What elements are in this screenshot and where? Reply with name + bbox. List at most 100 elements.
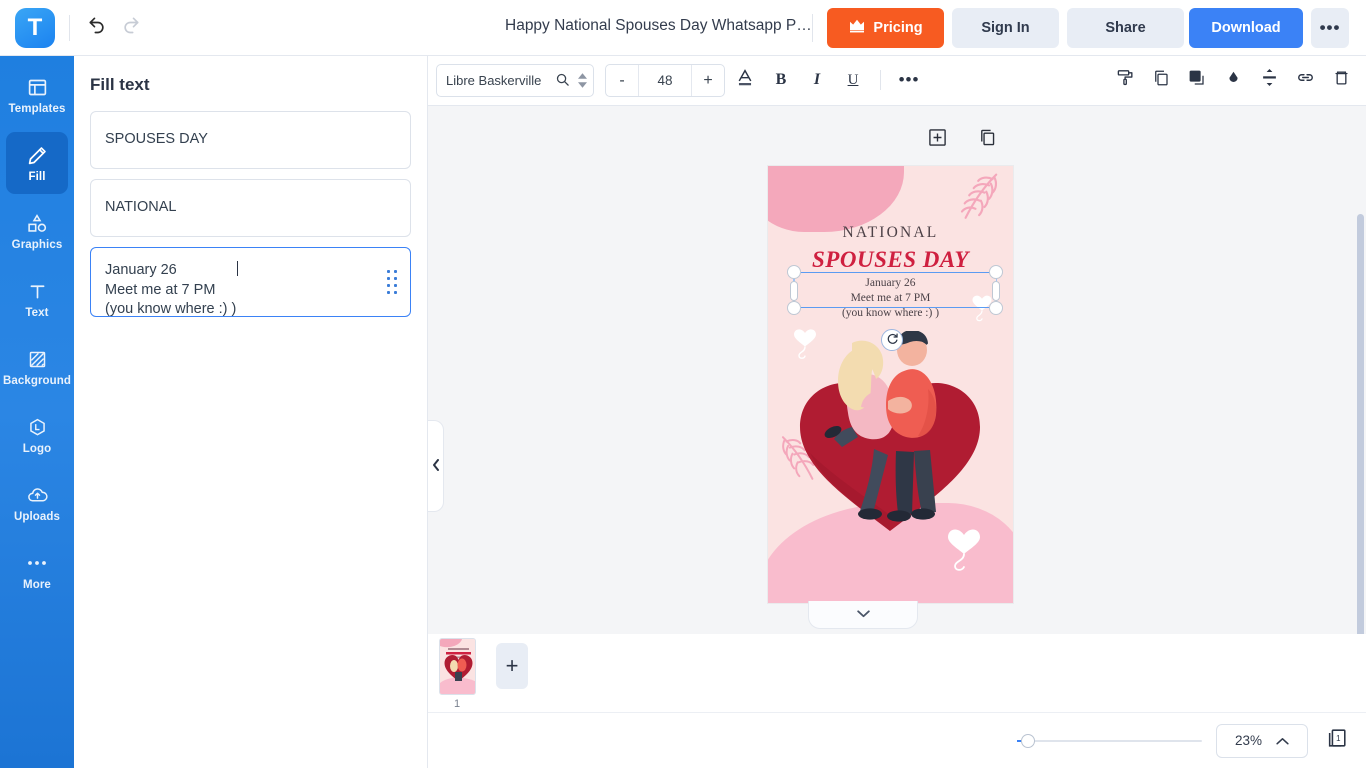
paint-roller-button[interactable] <box>1110 65 1140 95</box>
text-more-button[interactable]: ••• <box>894 65 924 95</box>
sidebar-item-logo[interactable]: Logo <box>6 404 68 466</box>
page-thumbnail-preview <box>438 638 476 695</box>
link-icon <box>1296 69 1315 91</box>
link-button[interactable] <box>1290 65 1320 95</box>
add-element-icon <box>928 128 947 152</box>
page-thumbnail-1[interactable]: 1 <box>437 638 477 710</box>
delete-button[interactable] <box>1326 65 1356 95</box>
sidebar-label-logo: Logo <box>22 443 52 455</box>
undo-icon <box>87 15 107 40</box>
sidebar-item-text[interactable]: Text <box>6 268 68 330</box>
couple-illustration <box>800 331 980 531</box>
resize-handle-bl[interactable] <box>787 301 801 315</box>
pricing-label: Pricing <box>873 20 923 36</box>
sidebar-item-more[interactable]: More <box>6 540 68 602</box>
crown-icon <box>848 19 866 37</box>
text-caret <box>237 261 239 276</box>
sidebar-item-fill[interactable]: Fill <box>6 132 68 194</box>
sidebar-item-templates[interactable]: Templates <box>6 64 68 126</box>
templates-icon <box>27 75 48 99</box>
font-family-value: Libre Baskerville <box>446 73 542 88</box>
design-heading-spouses-day[interactable]: SPOUSES DAY <box>768 247 1013 273</box>
rotate-handle[interactable] <box>881 329 903 351</box>
fill-field-national[interactable]: NATIONAL <box>90 179 411 237</box>
trash-icon <box>1333 69 1350 92</box>
align-icon <box>1261 68 1278 92</box>
add-element-button[interactable] <box>925 128 949 152</box>
text-color-button[interactable] <box>730 65 760 95</box>
resize-handle-tr[interactable] <box>989 265 1003 279</box>
resize-handle-br[interactable] <box>989 301 1003 315</box>
canvas-area[interactable]: NATIONAL SPOUSES DAY January 26 Meet me … <box>428 106 1366 714</box>
font-size-increase-button[interactable]: + <box>692 65 724 96</box>
zoom-slider[interactable] <box>1017 733 1202 748</box>
sidebar-label-background: Background <box>2 375 72 387</box>
resize-handle-tl[interactable] <box>787 265 801 279</box>
align-button[interactable] <box>1254 65 1284 95</box>
zoom-slider-track <box>1017 739 1202 742</box>
shapes-icon <box>26 211 48 235</box>
undo-button[interactable] <box>80 11 114 45</box>
panel-collapse-button[interactable] <box>428 420 444 512</box>
italic-button[interactable]: I <box>802 65 832 95</box>
zoom-level-selector[interactable]: 23% <box>1216 723 1308 758</box>
font-size-input[interactable]: 48 <box>638 65 692 96</box>
sidebar-label-fill: Fill <box>28 171 46 183</box>
fill-field-details[interactable]: January 26 Meet me at 7 PM (you know whe… <box>90 247 411 317</box>
sidebar-label-templates: Templates <box>8 103 66 115</box>
editor-app: T Happy National Spouses Day Whatsapp P… <box>0 0 1366 768</box>
canvas-collapse-button[interactable] <box>808 601 918 629</box>
resize-handle-left[interactable] <box>790 281 798 301</box>
upload-cloud-icon <box>26 483 49 507</box>
search-icon[interactable] <box>555 72 570 90</box>
text-color-icon <box>736 68 754 92</box>
page-strip: 1 + <box>428 634 1366 712</box>
layers-button[interactable] <box>1182 65 1212 95</box>
bold-button[interactable]: B <box>766 65 796 95</box>
opacity-button[interactable] <box>1218 65 1248 95</box>
duplicate-button[interactable] <box>1146 65 1176 95</box>
duplicate-page-button[interactable] <box>975 128 999 152</box>
title-divider <box>812 14 813 42</box>
duplicate-page-icon <box>978 128 997 152</box>
top-more-button[interactable]: ••• <box>1311 8 1349 48</box>
toolbar-separator <box>880 70 881 90</box>
document-title[interactable]: Happy National Spouses Day Whatsapp P… <box>505 17 812 35</box>
sidebar-item-background[interactable]: Background <box>2 336 72 398</box>
duplicate-icon <box>1152 69 1170 92</box>
pages-icon: 1 <box>1326 727 1348 754</box>
drag-handle-icon[interactable] <box>387 270 397 294</box>
layers-icon <box>1188 69 1206 92</box>
sidebar-item-uploads[interactable]: Uploads <box>6 472 68 534</box>
design-page[interactable]: NATIONAL SPOUSES DAY January 26 Meet me … <box>768 166 1013 603</box>
fill-field-value: NATIONAL <box>105 199 177 216</box>
sidebar-item-graphics[interactable]: Graphics <box>6 200 68 262</box>
sidebar-label-text: Text <box>25 307 49 319</box>
add-page-button[interactable]: + <box>496 643 528 689</box>
font-family-select[interactable]: Libre Baskerville <box>436 64 594 97</box>
ellipsis-icon <box>26 551 48 575</box>
download-button[interactable]: Download <box>1189 8 1303 48</box>
page-number: 1 <box>453 698 461 710</box>
spinner-arrows-icon[interactable] <box>578 73 587 88</box>
zoom-level-value: 23% <box>1234 733 1263 748</box>
panel-title: Fill text <box>90 75 150 94</box>
sign-in-button[interactable]: Sign In <box>952 8 1059 48</box>
font-size-decrease-button[interactable]: - <box>606 65 638 96</box>
pricing-button[interactable]: Pricing <box>827 8 944 48</box>
fill-field-spouses-day[interactable]: SPOUSES DAY <box>90 111 411 169</box>
selection-box[interactable] <box>787 265 1003 315</box>
sidebar-label-more: More <box>23 579 51 591</box>
underline-button[interactable]: U <box>838 65 868 95</box>
resize-handle-right[interactable] <box>992 281 1000 301</box>
logo-icon <box>27 415 48 439</box>
pages-panel-button[interactable]: 1 <box>1322 726 1352 756</box>
share-button[interactable]: Share <box>1067 8 1184 48</box>
chevron-up-icon <box>1276 733 1289 748</box>
zoom-slider-knob[interactable] <box>1021 733 1035 748</box>
redo-button[interactable] <box>114 11 148 45</box>
rotate-handle-icon <box>886 332 899 348</box>
page-tools <box>925 128 999 152</box>
design-heading-national[interactable]: NATIONAL <box>768 224 1013 242</box>
app-logo[interactable]: T <box>15 7 55 48</box>
